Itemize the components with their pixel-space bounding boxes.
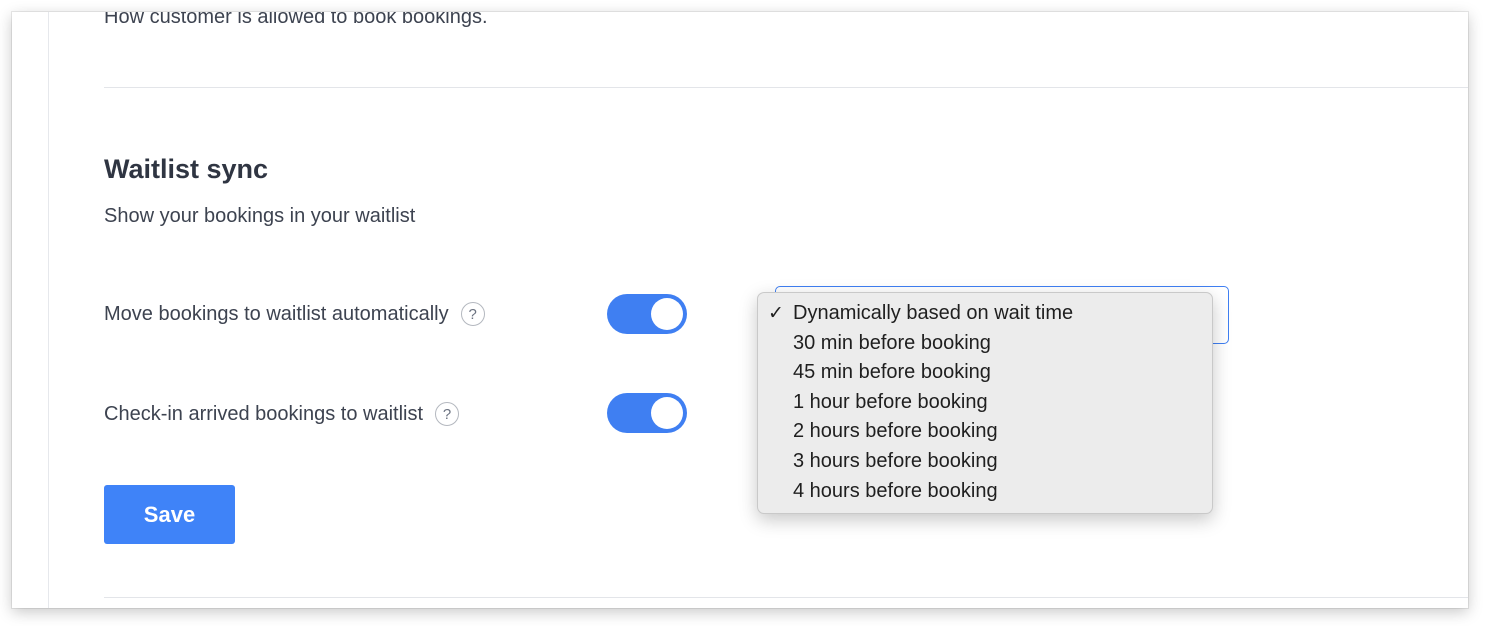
- sidebar-border: [48, 12, 49, 608]
- setting-label: Move bookings to waitlist automatically: [104, 302, 449, 325]
- settings-window: How customer is allowed to book bookings…: [12, 12, 1468, 608]
- dropdown-option[interactable]: 30 min before booking: [758, 329, 1212, 359]
- option-label: 3 hours before booking: [793, 449, 998, 472]
- dropdown-option[interactable]: 1 hour before booking: [758, 388, 1212, 418]
- section-title: Waitlist sync: [104, 154, 269, 184]
- setting-row-check-in: Check-in arrived bookings to waitlist ?: [104, 394, 460, 434]
- check-in-toggle[interactable]: [607, 393, 687, 433]
- help-icon[interactable]: ?: [435, 402, 460, 426]
- option-label: 1 hour before booking: [793, 390, 988, 413]
- setting-label: Check-in arrived bookings to waitlist: [104, 402, 424, 425]
- option-label: 4 hours before booking: [793, 479, 998, 502]
- timing-dropdown-menu: ✓ Dynamically based on wait time 30 min …: [757, 292, 1213, 514]
- toggle-knob: [651, 397, 683, 429]
- checkmark-icon: ✓: [768, 303, 784, 324]
- booking-mode-description: How customer is allowed to book bookings…: [104, 12, 488, 28]
- dropdown-option[interactable]: 4 hours before booking: [758, 477, 1212, 507]
- option-label: 45 min before booking: [793, 361, 991, 384]
- dropdown-option[interactable]: ✓ Dynamically based on wait time: [758, 299, 1212, 329]
- toggle-knob: [651, 298, 683, 330]
- dropdown-option[interactable]: 3 hours before booking: [758, 447, 1212, 477]
- dropdown-option[interactable]: 45 min before booking: [758, 358, 1212, 388]
- section-description: Show your bookings in your waitlist: [104, 205, 416, 227]
- setting-row-move-bookings: Move bookings to waitlist automatically …: [104, 294, 485, 334]
- help-icon[interactable]: ?: [460, 302, 485, 326]
- option-label: 2 hours before booking: [793, 420, 998, 443]
- section-divider: [104, 87, 1468, 88]
- dropdown-option[interactable]: 2 hours before booking: [758, 417, 1212, 447]
- move-bookings-toggle[interactable]: [607, 294, 687, 334]
- option-label: Dynamically based on wait time: [793, 302, 1074, 324]
- section-divider: [104, 597, 1468, 598]
- option-label: 30 min before booking: [793, 331, 991, 354]
- save-button[interactable]: Save: [104, 485, 235, 544]
